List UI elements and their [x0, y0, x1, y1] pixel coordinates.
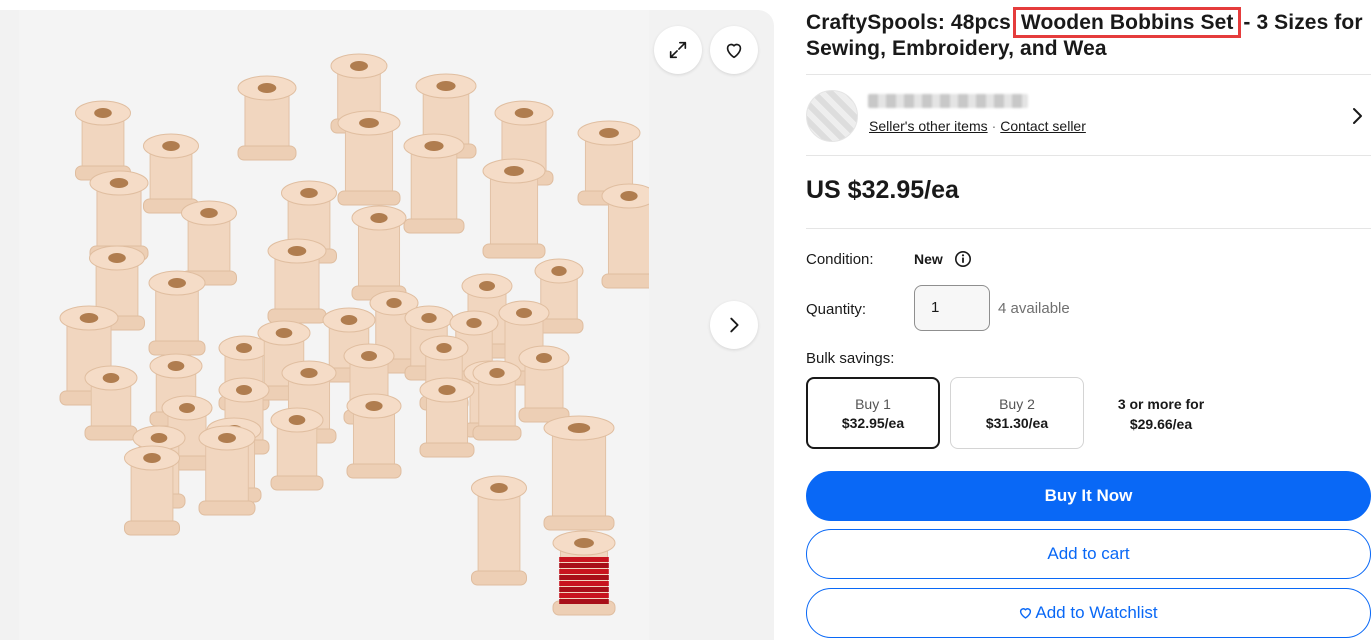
info-icon[interactable] — [954, 250, 972, 268]
expand-icon — [669, 41, 687, 59]
separator: · — [991, 118, 997, 134]
bulk-option-label: 3 or more for — [1117, 396, 1205, 412]
spool — [601, 183, 649, 289]
bulk-option-buy-2[interactable]: Buy 2 $31.30/ea — [950, 377, 1084, 449]
divider — [806, 228, 1371, 229]
spool — [552, 530, 616, 616]
divider — [806, 74, 1371, 75]
available-count: 4 available — [998, 300, 1070, 317]
spool — [237, 75, 297, 161]
add-to-watchlist-label: Add to Watchlist — [1035, 603, 1158, 622]
spool — [124, 445, 180, 536]
listing-panel: CraftySpools: 48pcs Wooden Bobbins Set -… — [806, 0, 1371, 638]
condition-label: Condition: — [806, 251, 874, 268]
divider — [806, 155, 1371, 156]
condition-value: New — [914, 251, 943, 267]
title-text-start: CraftySpools: 48pcs — [806, 11, 1011, 34]
bulk-option-price: $29.66/ea — [1129, 416, 1193, 432]
product-image[interactable] — [19, 10, 649, 640]
bulk-savings-label: Bulk savings: — [806, 350, 895, 367]
spool — [267, 238, 327, 324]
image-gallery — [0, 10, 774, 640]
heart-icon — [1020, 608, 1032, 619]
spool — [198, 425, 256, 516]
spools-illustration — [59, 53, 649, 616]
spool — [270, 407, 324, 491]
bulk-option-label: Buy 2 — [999, 395, 1035, 412]
bulk-option-price: $32.95/ea — [841, 414, 905, 431]
spool — [518, 345, 570, 423]
heart-icon — [726, 43, 742, 59]
price: US $32.95/ea — [806, 176, 959, 204]
add-to-cart-button[interactable]: Add to cart — [806, 529, 1371, 579]
spool — [472, 360, 522, 441]
spool — [75, 100, 131, 181]
quantity-input[interactable]: 1 — [914, 285, 990, 331]
expand-button[interactable] — [654, 26, 702, 74]
title-highlight: Wooden Bobbins Set — [1012, 7, 1242, 38]
quantity-label: Quantity: — [806, 301, 867, 318]
spool — [337, 110, 401, 206]
bulk-option-price: $31.30/ea — [985, 414, 1049, 431]
next-image-button[interactable] — [710, 301, 758, 349]
buy-it-now-button[interactable]: Buy It Now — [806, 471, 1371, 521]
seller-links: Seller's other items · Contact seller — [869, 118, 1086, 134]
bulk-option-label: Buy 1 — [855, 395, 891, 412]
bulk-option-3-plus[interactable]: 3 or more for $29.66/ea — [1094, 394, 1228, 434]
bulk-option-buy-1[interactable]: Buy 1 $32.95/ea — [806, 377, 940, 449]
spool — [419, 377, 475, 458]
seller-name-redacted — [868, 94, 1028, 108]
listing-title: CraftySpools: 48pcs Wooden Bobbins Set -… — [806, 7, 1366, 62]
spool — [143, 133, 199, 214]
seller-avatar[interactable] — [806, 90, 858, 142]
add-to-watchlist-button[interactable]: Add to Watchlist — [806, 588, 1371, 638]
spool — [148, 270, 206, 356]
watch-button[interactable] — [710, 26, 758, 74]
spool — [482, 158, 546, 259]
contact-seller-link[interactable]: Contact seller — [1000, 118, 1086, 134]
spool — [403, 133, 465, 234]
chevron-right-icon — [730, 317, 739, 333]
spool — [471, 475, 527, 586]
spool — [351, 205, 407, 301]
spool — [346, 393, 402, 479]
spool — [543, 415, 615, 531]
spool — [84, 365, 138, 441]
sellers-other-items-link[interactable]: Seller's other items — [869, 118, 988, 134]
seller-chevron-icon[interactable] — [1349, 106, 1365, 126]
